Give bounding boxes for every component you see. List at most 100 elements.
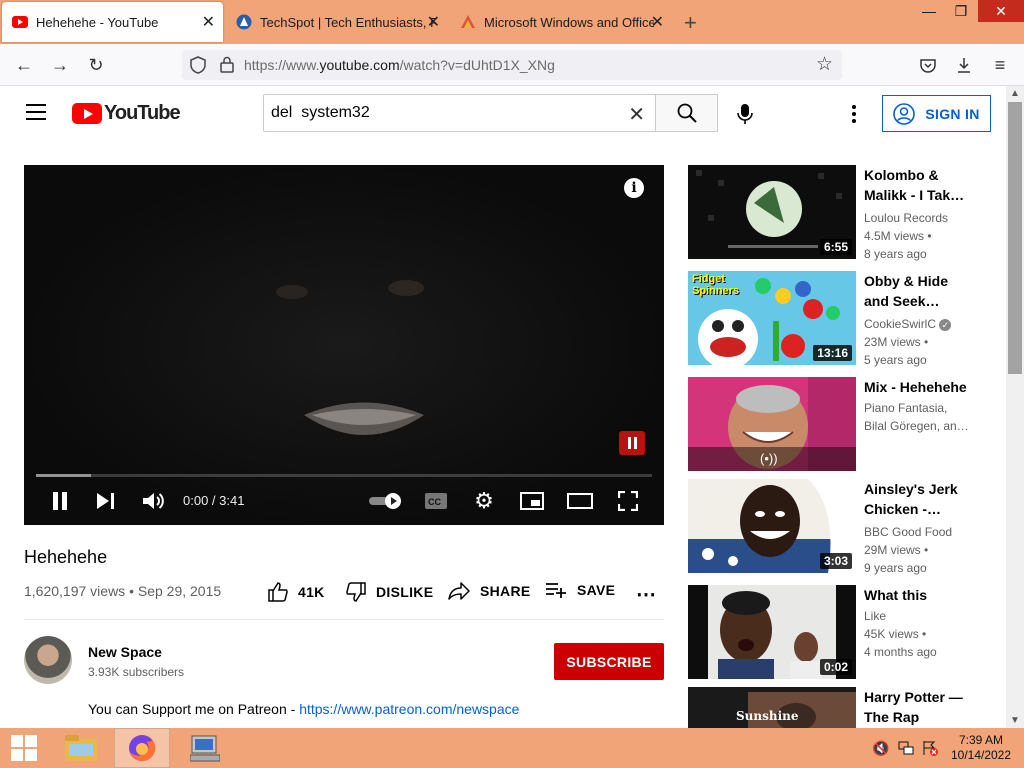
verified-icon: ✓: [939, 318, 952, 331]
save-button[interactable]: SAVE: [545, 582, 615, 598]
settings-gear-icon[interactable]: ⚙: [472, 488, 496, 513]
volume-muted-icon[interactable]: 🔇: [872, 728, 890, 768]
subscribe-button[interactable]: SUBSCRIBE: [554, 643, 664, 680]
page-scrollbar[interactable]: ▲ ▼: [1006, 86, 1024, 728]
fullscreen-icon[interactable]: [616, 489, 640, 513]
progress-bar[interactable]: [36, 474, 652, 477]
share-button[interactable]: SHARE: [448, 582, 531, 600]
next-video-icon[interactable]: [94, 489, 118, 513]
captions-icon[interactable]: CC: [424, 489, 448, 513]
url-text[interactable]: https://www.youtube.com/watch?v=dUhtD1X_…: [244, 57, 555, 73]
share-label: SHARE: [480, 583, 531, 599]
account-icon: [893, 102, 916, 125]
scrollbar-thumb[interactable]: [1008, 102, 1022, 374]
app-menu-icon[interactable]: ≡: [987, 52, 1013, 78]
miniplayer-icon[interactable]: [520, 489, 544, 513]
rec-title: Kolombo & Malikk - I Tak…: [864, 165, 974, 205]
dislike-button[interactable]: DISLIKE: [346, 582, 433, 602]
back-icon[interactable]: ←: [11, 52, 37, 78]
tab-close-icon[interactable]: ✕: [202, 12, 215, 32]
video-player[interactable]: i 0:00 / 3:41 CC ⚙: [24, 165, 664, 525]
url-bar[interactable]: https://www.youtube.com/watch?v=dUhtD1X_…: [182, 50, 842, 80]
like-button[interactable]: 41K: [268, 582, 325, 602]
search-button[interactable]: [655, 94, 718, 132]
sign-in-button[interactable]: SIGN IN: [882, 95, 991, 132]
thumbs-up-icon: [268, 582, 288, 602]
youtube-logo[interactable]: YouTube: [72, 102, 181, 125]
clear-search-icon[interactable]: ✕: [628, 102, 645, 127]
recommendation-item[interactable]: Sunshine Harry Potter —The Rap PART…: [688, 687, 988, 745]
autoplay-toggle[interactable]: [368, 489, 404, 513]
rec-title: Mix - Hehehehe: [864, 379, 967, 395]
minimize-icon[interactable]: —: [914, 0, 944, 22]
rec-title: What this: [864, 587, 927, 603]
action-center-icon[interactable]: [920, 728, 940, 768]
scroll-up-icon[interactable]: ▲: [1010, 88, 1020, 99]
firefox-taskbar-icon[interactable]: [114, 728, 170, 768]
network-icon[interactable]: [896, 728, 916, 768]
recommendation-item[interactable]: 6:55 Kolombo & Malikk - I Tak… Loulou Rec…: [688, 165, 988, 261]
search-icon: [677, 103, 697, 123]
hamburger-menu-icon[interactable]: [26, 104, 46, 120]
thumb-overlay-text: Fidget Spinners: [692, 273, 740, 297]
video-thumbnail[interactable]: (•)): [688, 377, 856, 471]
window-close-icon[interactable]: ✕: [978, 0, 1024, 22]
tab-close-icon[interactable]: ✕: [427, 12, 440, 32]
rec-meta: BBC Good Food 29M views • 9 years ago: [864, 523, 974, 577]
youtube-logo-icon: [72, 103, 102, 124]
forward-icon[interactable]: →: [47, 52, 73, 78]
techspot-favicon-icon: [236, 14, 252, 30]
volume-icon[interactable]: [142, 489, 166, 513]
pocket-icon[interactable]: [915, 52, 941, 78]
video-thumbnail[interactable]: 3:03: [688, 479, 856, 573]
tracking-shield-icon[interactable]: [190, 56, 206, 79]
recommendation-item[interactable]: 0:02 What this Like 45K views • 4 months a…: [688, 585, 988, 679]
downloads-icon[interactable]: [951, 52, 977, 78]
clock-date: 10/14/2022: [950, 748, 1012, 762]
pause-icon[interactable]: [48, 489, 72, 513]
rec-age: 9 years ago: [864, 561, 927, 575]
rec-meta: Piano Fantasia, Bilal Göregen, an…: [864, 399, 974, 435]
save-label: SAVE: [577, 582, 616, 598]
video-frame: [24, 165, 664, 525]
new-tab-icon[interactable]: +: [684, 10, 697, 36]
tab-microsoft[interactable]: Microsoft Windows and Office ✕: [450, 0, 672, 44]
video-thumbnail[interactable]: 0:02: [688, 585, 856, 679]
channel-name[interactable]: New Space: [88, 644, 162, 660]
recommendation-item[interactable]: (•)) Mix - Hehehehe Piano Fantasia, Bilal…: [688, 377, 988, 471]
rec-title-line: Ainsley's Jerk: [864, 481, 958, 497]
patreon-link[interactable]: https://www.patreon.com/newspace: [299, 701, 519, 717]
channel-avatar[interactable]: [24, 636, 72, 684]
recommendation-item[interactable]: 3:03 Ainsley's Jerk Chicken -… BBC Good F…: [688, 479, 988, 575]
duration-badge: 6:55: [819, 239, 852, 255]
scroll-down-icon[interactable]: ▼: [1010, 715, 1020, 726]
voice-search-button[interactable]: [727, 96, 763, 132]
reload-icon[interactable]: ↻: [83, 52, 109, 78]
settings-more-icon[interactable]: [844, 102, 864, 126]
tab-close-icon[interactable]: ✕: [651, 12, 664, 32]
url-prefix: https://www.: [244, 57, 320, 73]
bookmark-star-icon[interactable]: ☆: [816, 53, 833, 76]
tab-techspot[interactable]: TechSpot | Tech Enthusiasts, Po ✕: [226, 0, 448, 44]
tab-youtube[interactable]: Hehehehe - YouTube ✕: [2, 2, 223, 42]
restore-icon[interactable]: ❐: [946, 0, 976, 22]
info-icon[interactable]: i: [624, 178, 644, 198]
lock-icon[interactable]: [220, 56, 234, 78]
youtube-header: YouTube ✕ SIGN IN: [0, 86, 1006, 142]
theater-mode-icon[interactable]: [567, 489, 593, 513]
file-explorer-taskbar-icon[interactable]: [58, 728, 104, 768]
start-button[interactable]: [0, 728, 48, 768]
rec-channel: Piano Fantasia,: [864, 401, 948, 415]
rec-meta: CookieSwirlC ✓ 23M views • 5 years ago: [864, 315, 974, 369]
video-thumbnail[interactable]: 6:55: [688, 165, 856, 259]
recommendation-item[interactable]: Fidget Spinners 13:16 Obby & Hide and Seek…: [688, 271, 988, 367]
computer-taskbar-icon[interactable]: [176, 728, 234, 768]
rec-channel: CookieSwirlC: [864, 317, 937, 331]
video-thumbnail[interactable]: Fidget Spinners 13:16: [688, 271, 856, 365]
rec-views: Bilal Göregen, an…: [864, 419, 969, 433]
more-actions-icon[interactable]: ⋯: [636, 582, 657, 607]
duration-badge: 3:03: [819, 553, 852, 569]
search-input[interactable]: [264, 95, 604, 131]
system-clock[interactable]: 7:39 AM 10/14/2022: [946, 733, 1016, 763]
video-thumbnail[interactable]: Sunshine: [688, 687, 856, 728]
